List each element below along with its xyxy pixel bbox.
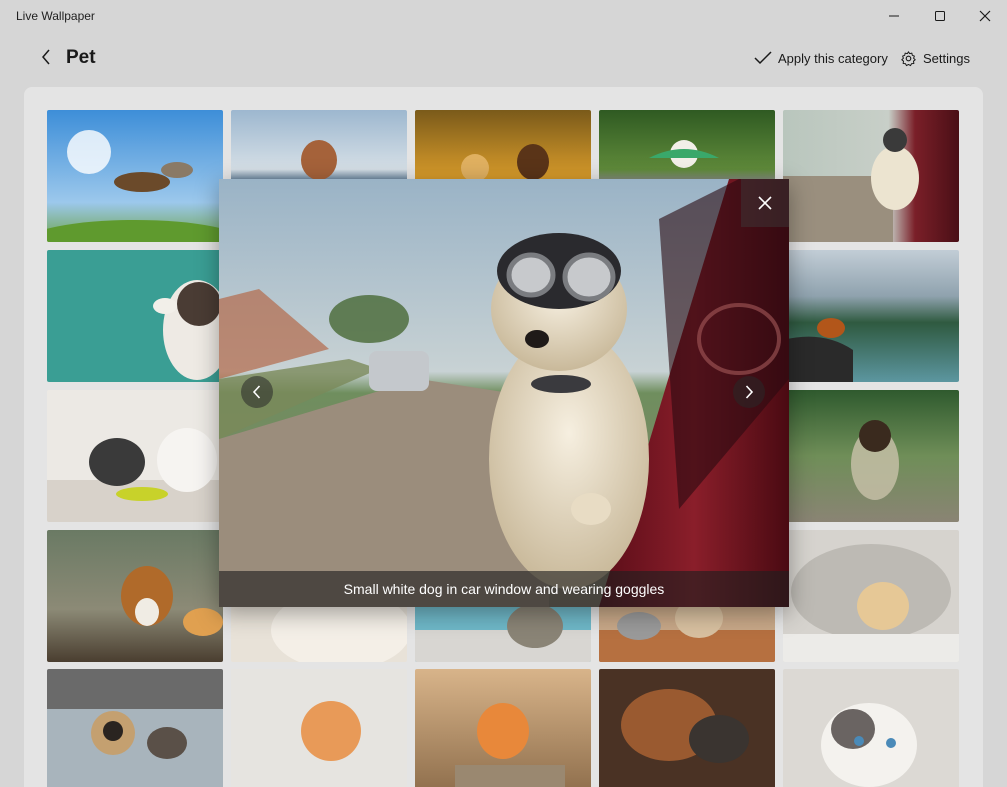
wallpaper-thumbnail-husky-teal[interactable] (47, 250, 223, 382)
gear-icon (901, 50, 916, 66)
app-title: Live Wallpaper (16, 9, 95, 23)
back-button[interactable] (34, 44, 58, 70)
wallpaper-thumbnail-pug-kitten[interactable] (47, 669, 223, 787)
minimize-button[interactable] (871, 0, 917, 32)
minimize-icon (889, 15, 899, 17)
close-window-button[interactable] (962, 0, 1007, 32)
wallpaper-thumbnail-jumping-dogs[interactable] (47, 110, 223, 242)
page-header: Pet Apply this category Settings (0, 36, 1007, 80)
wallpaper-thumbnail-cat-dog-bowl[interactable] (47, 390, 223, 522)
wallpaper-thumbnail-goggles-dog[interactable] (783, 110, 959, 242)
wallpaper-thumbnail-orange-cat-sitting[interactable] (415, 669, 591, 787)
settings-label: Settings (923, 50, 970, 66)
maximize-button[interactable] (917, 0, 963, 32)
maximize-icon (935, 11, 945, 21)
wallpaper-thumbnail-lake-dog[interactable] (783, 250, 959, 382)
title-bar: Live Wallpaper (0, 0, 1007, 32)
wallpaper-thumbnail-raincoat-chihuahua[interactable] (783, 390, 959, 522)
apply-category-button[interactable]: Apply this category (754, 46, 888, 70)
close-icon (979, 10, 991, 22)
wallpaper-thumbnail-beagle-cat[interactable] (47, 530, 223, 662)
chevron-right-icon (745, 385, 754, 399)
wallpaper-caption-bar: Small white dog in car window and wearin… (219, 571, 789, 607)
wallpaper-thumbnail-orange-kitten-knit[interactable] (231, 669, 407, 787)
apply-category-label: Apply this category (778, 50, 888, 66)
next-wallpaper-button[interactable] (733, 376, 765, 408)
wallpaper-preview-image (219, 179, 789, 607)
previous-wallpaper-button[interactable] (241, 376, 273, 408)
chevron-left-icon (252, 385, 261, 399)
wallpaper-preview-dialog: Small white dog in car window and wearin… (219, 179, 789, 607)
close-icon (758, 196, 772, 210)
wallpaper-thumbnail-blanket-puppy[interactable] (783, 530, 959, 662)
wallpaper-caption: Small white dog in car window and wearin… (343, 581, 665, 597)
checkmark-icon (754, 51, 772, 65)
page-title: Pet (66, 47, 96, 68)
chevron-left-icon (42, 49, 50, 65)
settings-button[interactable]: Settings (900, 46, 970, 70)
close-preview-button[interactable] (741, 179, 789, 227)
wallpaper-thumbnail-kitten-blue-eyes[interactable] (783, 669, 959, 787)
wallpaper-thumbnail-hound-cat-sleep[interactable] (599, 669, 775, 787)
